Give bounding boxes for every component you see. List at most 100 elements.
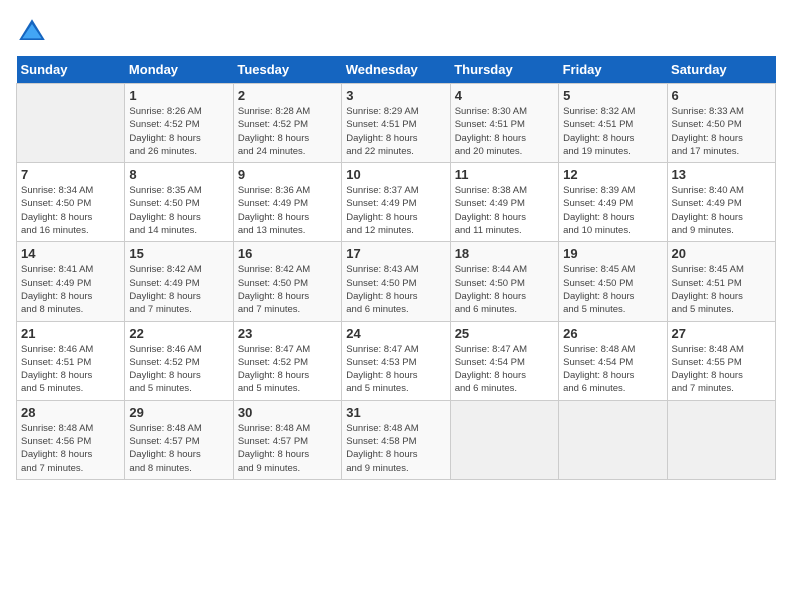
logo — [16, 16, 52, 48]
day-info: Sunrise: 8:42 AM Sunset: 4:49 PM Dayligh… — [129, 263, 228, 316]
calendar-cell: 3 Sunrise: 8:29 AM Sunset: 4:51 PM Daylig… — [342, 84, 450, 163]
day-number: 13 — [672, 167, 771, 182]
calendar-cell: 17 Sunrise: 8:43 AM Sunset: 4:50 PM Dayli… — [342, 242, 450, 321]
day-number: 16 — [238, 246, 337, 261]
day-info: Sunrise: 8:48 AM Sunset: 4:58 PM Dayligh… — [346, 422, 445, 475]
day-info: Sunrise: 8:26 AM Sunset: 4:52 PM Dayligh… — [129, 105, 228, 158]
day-number: 23 — [238, 326, 337, 341]
day-info: Sunrise: 8:47 AM Sunset: 4:53 PM Dayligh… — [346, 343, 445, 396]
day-number: 31 — [346, 405, 445, 420]
calendar-cell: 14 Sunrise: 8:41 AM Sunset: 4:49 PM Dayli… — [17, 242, 125, 321]
day-info: Sunrise: 8:30 AM Sunset: 4:51 PM Dayligh… — [455, 105, 554, 158]
calendar-cell: 11Sunrise: 8:38 AM Sunset: 4:49 PM Dayli… — [450, 163, 558, 242]
day-number: 26 — [563, 326, 662, 341]
day-number: 15 — [129, 246, 228, 261]
day-number: 21 — [21, 326, 120, 341]
calendar-cell: 22Sunrise: 8:46 AM Sunset: 4:52 PM Dayli… — [125, 321, 233, 400]
weekday-header-monday: Monday — [125, 56, 233, 84]
day-number: 8 — [129, 167, 228, 182]
calendar-cell: 23 Sunrise: 8:47 AM Sunset: 4:52 PM Dayli… — [233, 321, 341, 400]
day-info: Sunrise: 8:37 AM Sunset: 4:49 PM Dayligh… — [346, 184, 445, 237]
weekday-header-row: SundayMondayTuesdayWednesdayThursdayFrid… — [17, 56, 776, 84]
calendar-cell: 1Sunrise: 8:26 AM Sunset: 4:52 PM Daylig… — [125, 84, 233, 163]
calendar-cell — [559, 400, 667, 479]
calendar-cell: 20 Sunrise: 8:45 AM Sunset: 4:51 PM Dayli… — [667, 242, 775, 321]
week-row-1: 1Sunrise: 8:26 AM Sunset: 4:52 PM Daylig… — [17, 84, 776, 163]
calendar-cell: 4 Sunrise: 8:30 AM Sunset: 4:51 PM Daylig… — [450, 84, 558, 163]
day-info: Sunrise: 8:43 AM Sunset: 4:50 PM Dayligh… — [346, 263, 445, 316]
day-info: Sunrise: 8:44 AM Sunset: 4:50 PM Dayligh… — [455, 263, 554, 316]
day-info: Sunrise: 8:33 AM Sunset: 4:50 PM Dayligh… — [672, 105, 771, 158]
day-info: Sunrise: 8:48 AM Sunset: 4:56 PM Dayligh… — [21, 422, 120, 475]
calendar-cell: 16 Sunrise: 8:42 AM Sunset: 4:50 PM Dayli… — [233, 242, 341, 321]
calendar-cell: 30 Sunrise: 8:48 AM Sunset: 4:57 PM Dayli… — [233, 400, 341, 479]
day-info: Sunrise: 8:34 AM Sunset: 4:50 PM Dayligh… — [21, 184, 120, 237]
day-number: 5 — [563, 88, 662, 103]
day-number: 20 — [672, 246, 771, 261]
day-number: 14 — [21, 246, 120, 261]
day-info: Sunrise: 8:35 AM Sunset: 4:50 PM Dayligh… — [129, 184, 228, 237]
calendar-cell: 24Sunrise: 8:47 AM Sunset: 4:53 PM Dayli… — [342, 321, 450, 400]
day-number: 6 — [672, 88, 771, 103]
calendar-cell: 8 Sunrise: 8:35 AM Sunset: 4:50 PM Daylig… — [125, 163, 233, 242]
week-row-2: 7Sunrise: 8:34 AM Sunset: 4:50 PM Daylig… — [17, 163, 776, 242]
day-info: Sunrise: 8:45 AM Sunset: 4:51 PM Dayligh… — [672, 263, 771, 316]
day-info: Sunrise: 8:48 AM Sunset: 4:54 PM Dayligh… — [563, 343, 662, 396]
day-number: 12 — [563, 167, 662, 182]
calendar-cell: 28 Sunrise: 8:48 AM Sunset: 4:56 PM Dayli… — [17, 400, 125, 479]
calendar-cell — [450, 400, 558, 479]
day-info: Sunrise: 8:39 AM Sunset: 4:49 PM Dayligh… — [563, 184, 662, 237]
page-header — [16, 16, 776, 48]
day-info: Sunrise: 8:42 AM Sunset: 4:50 PM Dayligh… — [238, 263, 337, 316]
calendar-cell: 6 Sunrise: 8:33 AM Sunset: 4:50 PM Daylig… — [667, 84, 775, 163]
day-info: Sunrise: 8:47 AM Sunset: 4:52 PM Dayligh… — [238, 343, 337, 396]
calendar-cell — [17, 84, 125, 163]
day-number: 29 — [129, 405, 228, 420]
day-number: 10 — [346, 167, 445, 182]
day-number: 19 — [563, 246, 662, 261]
day-info: Sunrise: 8:45 AM Sunset: 4:50 PM Dayligh… — [563, 263, 662, 316]
calendar-cell: 21 Sunrise: 8:46 AM Sunset: 4:51 PM Dayli… — [17, 321, 125, 400]
day-number: 25 — [455, 326, 554, 341]
week-row-3: 14 Sunrise: 8:41 AM Sunset: 4:49 PM Dayli… — [17, 242, 776, 321]
weekday-header-wednesday: Wednesday — [342, 56, 450, 84]
day-number: 11 — [455, 167, 554, 182]
day-number: 2 — [238, 88, 337, 103]
day-number: 27 — [672, 326, 771, 341]
weekday-header-tuesday: Tuesday — [233, 56, 341, 84]
calendar-cell: 31 Sunrise: 8:48 AM Sunset: 4:58 PM Dayli… — [342, 400, 450, 479]
calendar-cell: 27 Sunrise: 8:48 AM Sunset: 4:55 PM Dayli… — [667, 321, 775, 400]
day-info: Sunrise: 8:48 AM Sunset: 4:57 PM Dayligh… — [238, 422, 337, 475]
day-number: 4 — [455, 88, 554, 103]
day-number: 17 — [346, 246, 445, 261]
weekday-header-friday: Friday — [559, 56, 667, 84]
day-info: Sunrise: 8:36 AM Sunset: 4:49 PM Dayligh… — [238, 184, 337, 237]
day-info: Sunrise: 8:48 AM Sunset: 4:57 PM Dayligh… — [129, 422, 228, 475]
calendar-cell: 19 Sunrise: 8:45 AM Sunset: 4:50 PM Dayli… — [559, 242, 667, 321]
weekday-header-thursday: Thursday — [450, 56, 558, 84]
calendar-cell: 25Sunrise: 8:47 AM Sunset: 4:54 PM Dayli… — [450, 321, 558, 400]
day-info: Sunrise: 8:32 AM Sunset: 4:51 PM Dayligh… — [563, 105, 662, 158]
weekday-header-saturday: Saturday — [667, 56, 775, 84]
day-info: Sunrise: 8:28 AM Sunset: 4:52 PM Dayligh… — [238, 105, 337, 158]
day-info: Sunrise: 8:40 AM Sunset: 4:49 PM Dayligh… — [672, 184, 771, 237]
calendar-cell: 9Sunrise: 8:36 AM Sunset: 4:49 PM Daylig… — [233, 163, 341, 242]
calendar-cell: 2 Sunrise: 8:28 AM Sunset: 4:52 PM Daylig… — [233, 84, 341, 163]
calendar-cell: 18Sunrise: 8:44 AM Sunset: 4:50 PM Dayli… — [450, 242, 558, 321]
day-info: Sunrise: 8:41 AM Sunset: 4:49 PM Dayligh… — [21, 263, 120, 316]
weekday-header-sunday: Sunday — [17, 56, 125, 84]
calendar-cell — [667, 400, 775, 479]
day-info: Sunrise: 8:48 AM Sunset: 4:55 PM Dayligh… — [672, 343, 771, 396]
calendar-cell: 29 Sunrise: 8:48 AM Sunset: 4:57 PM Dayli… — [125, 400, 233, 479]
week-row-4: 21 Sunrise: 8:46 AM Sunset: 4:51 PM Dayli… — [17, 321, 776, 400]
day-info: Sunrise: 8:29 AM Sunset: 4:51 PM Dayligh… — [346, 105, 445, 158]
day-number: 30 — [238, 405, 337, 420]
calendar-cell: 26 Sunrise: 8:48 AM Sunset: 4:54 PM Dayli… — [559, 321, 667, 400]
day-number: 28 — [21, 405, 120, 420]
logo-icon — [16, 16, 48, 48]
day-number: 3 — [346, 88, 445, 103]
calendar-cell: 15 Sunrise: 8:42 AM Sunset: 4:49 PM Dayli… — [125, 242, 233, 321]
week-row-5: 28 Sunrise: 8:48 AM Sunset: 4:56 PM Dayli… — [17, 400, 776, 479]
calendar-cell: 5 Sunrise: 8:32 AM Sunset: 4:51 PM Daylig… — [559, 84, 667, 163]
day-info: Sunrise: 8:46 AM Sunset: 4:51 PM Dayligh… — [21, 343, 120, 396]
